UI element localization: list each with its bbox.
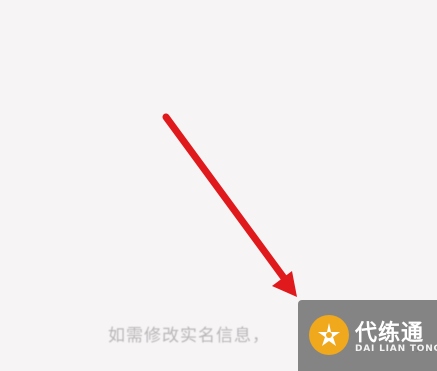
real-name-edit-hint-text: 如需修改实名信息，	[108, 326, 270, 346]
watermark-subtitle: DAI LIAN TONG	[355, 344, 437, 354]
watermark-title: 代练通	[355, 321, 425, 346]
app-screen: 如需修改实名信息， ⌒ 代练通 DAI LIAN TONG	[0, 0, 437, 371]
watermark-badge: 代练通 DAI LIAN TONG	[298, 300, 437, 371]
dailiantong-logo-icon	[309, 315, 349, 355]
